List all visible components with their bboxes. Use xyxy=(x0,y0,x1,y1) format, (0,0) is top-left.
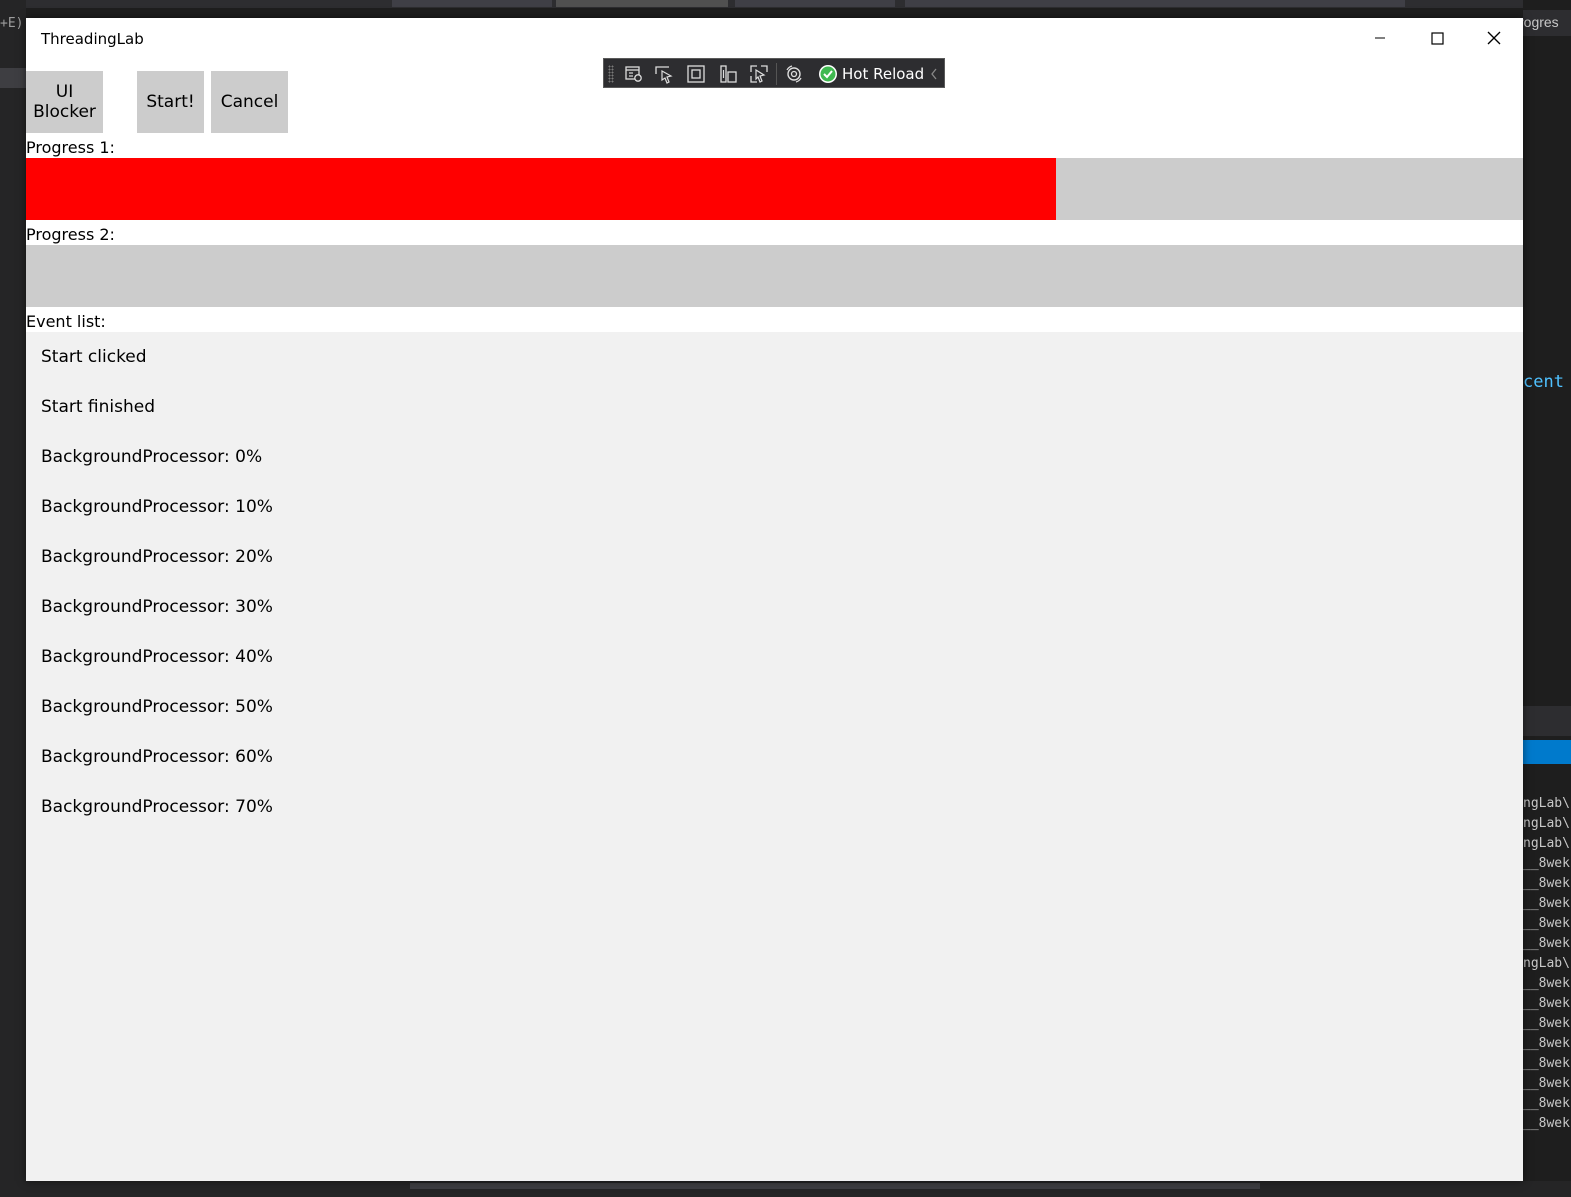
select-element-icon[interactable] xyxy=(653,63,675,85)
ide-output-line: __8wek xyxy=(1523,1056,1570,1071)
ide-output-line: __8wek xyxy=(1523,996,1570,1011)
minimize-button[interactable] xyxy=(1352,18,1408,58)
ide-output-line: __8wek xyxy=(1523,936,1570,951)
close-button[interactable] xyxy=(1466,18,1522,58)
ide-right-header-text: rogres xyxy=(1523,14,1559,30)
start-button[interactable]: Start! xyxy=(137,71,204,133)
hot-reload-settings-icon[interactable] xyxy=(783,63,805,85)
close-icon xyxy=(1487,31,1501,45)
ide-output-header xyxy=(1523,706,1571,736)
ide-output-line: __8wek xyxy=(1523,1036,1570,1051)
collapse-toolbar-button[interactable] xyxy=(927,63,941,85)
list-item[interactable]: BackgroundProcessor: 40% xyxy=(26,632,1523,682)
ide-tab[interactable] xyxy=(735,0,895,7)
progress-1-label: Progress 1: xyxy=(26,138,115,157)
ide-right-panel: rogres cent ngLab\ ngLab\ ngLab\ __8wek __8w… xyxy=(1523,0,1571,1197)
ide-tab[interactable] xyxy=(392,0,552,7)
minimize-icon xyxy=(1375,37,1385,39)
list-item[interactable]: BackgroundProcessor: 10% xyxy=(26,482,1523,532)
window-title: ThreadingLab xyxy=(41,30,144,48)
list-item[interactable]: BackgroundProcessor: 20% xyxy=(26,532,1523,582)
ide-output-line: __8wek xyxy=(1523,856,1570,871)
maximize-button[interactable] xyxy=(1409,18,1465,58)
ide-output-line: ngLab\ xyxy=(1523,956,1570,971)
title-bar[interactable]: ThreadingLab xyxy=(26,18,1523,58)
ide-output-line: __8wek xyxy=(1523,916,1570,931)
app-window: ThreadingLab Hot Reload UI Blocker Start… xyxy=(26,18,1523,1181)
display-layout-adorners-icon[interactable] xyxy=(685,63,707,85)
cancel-button[interactable]: Cancel xyxy=(211,71,288,133)
ide-tab-active[interactable] xyxy=(556,0,728,7)
ide-left-panel: +E) xyxy=(0,0,26,1197)
xaml-debug-toolbar: Hot Reload xyxy=(603,58,945,88)
progress-bar-1-fill xyxy=(26,158,1056,220)
ide-horizontal-scrollbar[interactable] xyxy=(410,1183,1260,1189)
ide-code-text: cent xyxy=(1523,372,1564,392)
list-item[interactable]: BackgroundProcessor: 70% xyxy=(26,782,1523,832)
ide-left-selection xyxy=(0,68,26,88)
track-focused-element-icon[interactable] xyxy=(717,63,739,85)
ide-output-line: __8wek xyxy=(1523,1096,1570,1111)
ide-left-text: +E) xyxy=(0,16,24,31)
event-list-label: Event list: xyxy=(26,312,106,331)
list-item[interactable]: BackgroundProcessor: 50% xyxy=(26,682,1523,732)
drag-grip-icon[interactable] xyxy=(608,65,614,83)
ide-output-line: ngLab\ xyxy=(1523,816,1570,831)
ide-output-progress xyxy=(1523,740,1571,764)
toolbar-separator xyxy=(776,63,777,85)
list-item[interactable]: BackgroundProcessor: 30% xyxy=(26,582,1523,632)
ide-tab-strip xyxy=(0,0,1571,8)
ui-blocker-button[interactable]: UI Blocker xyxy=(26,71,103,133)
event-list[interactable]: Start clicked Start finished BackgroundPro… xyxy=(26,332,1523,1181)
ide-output-line: __8wek xyxy=(1523,1076,1570,1091)
hot-reload-label: Hot Reload xyxy=(842,65,925,83)
check-circle-icon xyxy=(819,65,837,83)
maximize-icon xyxy=(1430,31,1444,45)
ide-output-line: ngLab\ xyxy=(1523,836,1570,851)
list-item[interactable]: BackgroundProcessor: 0% xyxy=(26,432,1523,482)
list-item[interactable]: Start finished xyxy=(26,382,1523,432)
go-to-live-visual-tree-icon[interactable] xyxy=(623,63,645,85)
ide-tab[interactable] xyxy=(905,0,1405,7)
list-item[interactable]: Start clicked xyxy=(26,332,1523,382)
ide-output-line: __8wek xyxy=(1523,1016,1570,1031)
ide-output-line: __8wek xyxy=(1523,1116,1570,1131)
ide-output-text: ngLab\ ngLab\ ngLab\ __8wek __8wek __8wek __8w… xyxy=(1523,794,1570,1134)
ide-output-line: ngLab\ xyxy=(1523,796,1570,811)
progress-bar-1 xyxy=(26,158,1523,220)
ide-output-line: __8wek xyxy=(1523,976,1570,991)
progress-2-label: Progress 2: xyxy=(26,225,115,244)
ide-output-line: __8wek xyxy=(1523,876,1570,891)
progress-bar-2 xyxy=(26,245,1523,307)
ide-output-line: __8wek xyxy=(1523,896,1570,911)
hot-reload-status[interactable]: Hot Reload xyxy=(818,63,924,85)
display-layout-adorners-hover-icon[interactable] xyxy=(748,63,770,85)
chevron-left-icon xyxy=(931,68,937,80)
list-item[interactable]: BackgroundProcessor: 60% xyxy=(26,732,1523,782)
